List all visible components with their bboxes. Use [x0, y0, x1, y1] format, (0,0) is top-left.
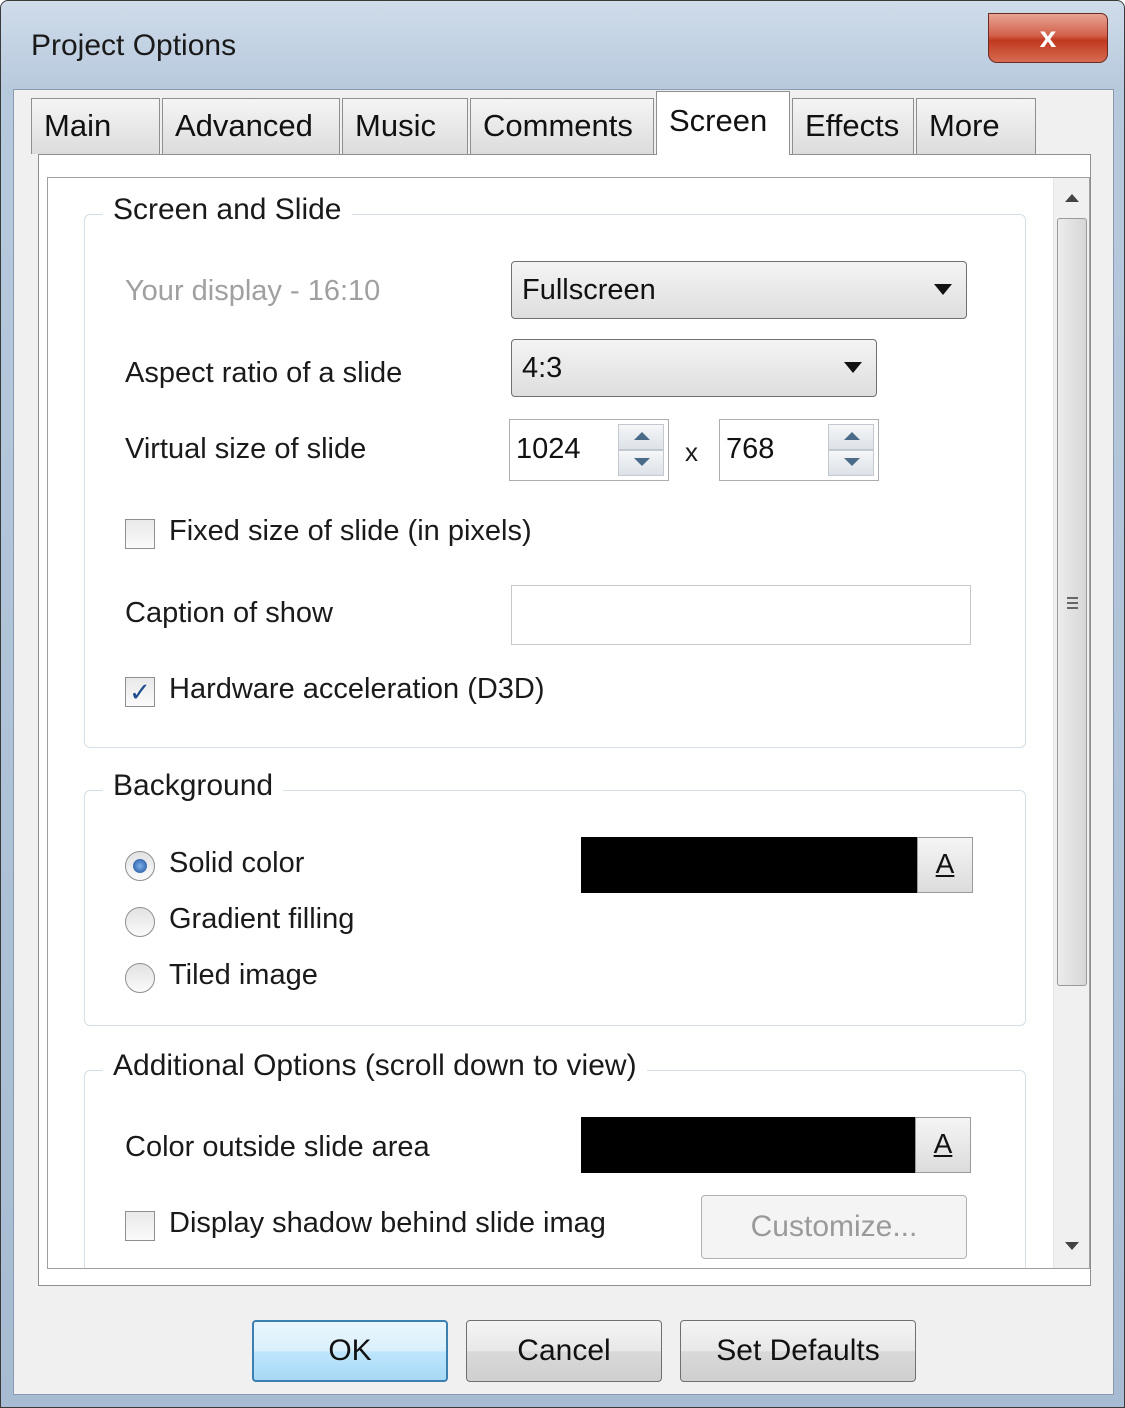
- additional-options-group: Additional Options (scroll down to view)…: [84, 1049, 1026, 1268]
- set-defaults-button[interactable]: Set Defaults: [680, 1320, 916, 1382]
- aspect-ratio-combo[interactable]: 4:3: [511, 339, 877, 397]
- arrow-down-icon: [844, 458, 860, 466]
- vertical-scrollbar[interactable]: [1053, 178, 1089, 1268]
- gradient-filling-radio[interactable]: [125, 907, 155, 937]
- aspect-ratio-label: Aspect ratio of a slide: [125, 357, 403, 389]
- width-spin-buttons: [618, 424, 664, 476]
- display-shadow-label: Display shadow behind slide imag: [169, 1207, 606, 1239]
- display-shadow-checkbox[interactable]: [125, 1211, 155, 1241]
- tab-screen[interactable]: Screen: [656, 91, 790, 155]
- gradient-filling-label: Gradient filling: [169, 903, 355, 935]
- caption-label: Caption of show: [125, 597, 333, 629]
- virtual-size-label: Virtual size of slide: [125, 433, 367, 465]
- tiled-image-label: Tiled image: [169, 959, 318, 991]
- display-mode-combo[interactable]: Fullscreen: [511, 261, 967, 319]
- tab-more[interactable]: More: [916, 98, 1036, 154]
- slide-height-value: 768: [726, 433, 775, 465]
- tab-effects[interactable]: Effects: [792, 98, 914, 154]
- arrow-up-icon: [844, 432, 860, 440]
- display-mode-value: Fullscreen: [522, 274, 656, 306]
- scroll-up-icon[interactable]: [1065, 194, 1079, 202]
- screen-slide-legend: Screen and Slide: [103, 193, 352, 227]
- solid-color-radio[interactable]: [125, 851, 155, 881]
- aspect-ratio-value: 4:3: [522, 352, 563, 384]
- project-options-window: Project Options x Main Advanced Music Co…: [0, 0, 1125, 1408]
- outside-color-label: Color outside slide area: [125, 1131, 430, 1163]
- ok-button[interactable]: OK: [252, 1320, 448, 1382]
- chevron-down-icon: [844, 362, 862, 373]
- slide-width-spinner[interactable]: 1024: [509, 419, 669, 481]
- width-down-button[interactable]: [618, 450, 664, 476]
- dialog-client-area: Main Advanced Music Comments Screen Effe…: [13, 89, 1114, 1395]
- screen-slide-group: Screen and Slide Your display - 16:10 Fu…: [84, 193, 1026, 748]
- window-title: Project Options: [31, 29, 237, 62]
- background-color-button[interactable]: A: [917, 837, 973, 893]
- tab-music[interactable]: Music: [342, 98, 468, 154]
- scrollable-options-panel: Screen and Slide Your display - 16:10 Fu…: [47, 177, 1090, 1269]
- screen-tab-page: Screen and Slide Your display - 16:10 Fu…: [38, 154, 1091, 1286]
- fixed-size-checkbox[interactable]: [125, 519, 155, 549]
- scrollbar-thumb[interactable]: [1057, 218, 1087, 986]
- display-label: Your display - 16:10: [125, 275, 381, 307]
- chevron-down-icon: [934, 284, 952, 295]
- height-down-button[interactable]: [828, 450, 874, 476]
- arrow-down-icon: [634, 458, 650, 466]
- additional-options-legend: Additional Options (scroll down to view): [103, 1049, 647, 1083]
- outside-color-swatch[interactable]: [581, 1117, 915, 1173]
- close-icon: x: [1039, 21, 1057, 54]
- size-separator: x: [685, 437, 698, 467]
- grip-icon: [1067, 597, 1078, 612]
- background-legend: Background: [103, 769, 284, 803]
- height-up-button[interactable]: [828, 424, 874, 450]
- background-color-swatch[interactable]: [581, 837, 917, 893]
- scroll-down-icon[interactable]: [1065, 1242, 1079, 1250]
- slide-height-spinner[interactable]: 768: [719, 419, 879, 481]
- slide-width-value: 1024: [516, 433, 581, 465]
- solid-color-label: Solid color: [169, 847, 305, 879]
- width-up-button[interactable]: [618, 424, 664, 450]
- outside-color-button[interactable]: A: [915, 1117, 971, 1173]
- height-spin-buttons: [828, 424, 874, 476]
- caption-input[interactable]: [511, 585, 971, 645]
- arrow-up-icon: [634, 432, 650, 440]
- close-button[interactable]: x: [988, 13, 1108, 63]
- cancel-button[interactable]: Cancel: [466, 1320, 662, 1382]
- tab-advanced[interactable]: Advanced: [162, 98, 340, 154]
- tiled-image-radio[interactable]: [125, 963, 155, 993]
- hardware-acceleration-checkbox[interactable]: ✓: [125, 677, 155, 707]
- customize-button[interactable]: Customize...: [701, 1195, 967, 1259]
- tab-main[interactable]: Main: [31, 98, 160, 154]
- hardware-acceleration-label: Hardware acceleration (D3D): [169, 673, 545, 705]
- tab-comments[interactable]: Comments: [470, 98, 654, 154]
- background-group: Background Solid color A Gradient fillin…: [84, 769, 1026, 1026]
- fixed-size-label: Fixed size of slide (in pixels): [169, 515, 532, 547]
